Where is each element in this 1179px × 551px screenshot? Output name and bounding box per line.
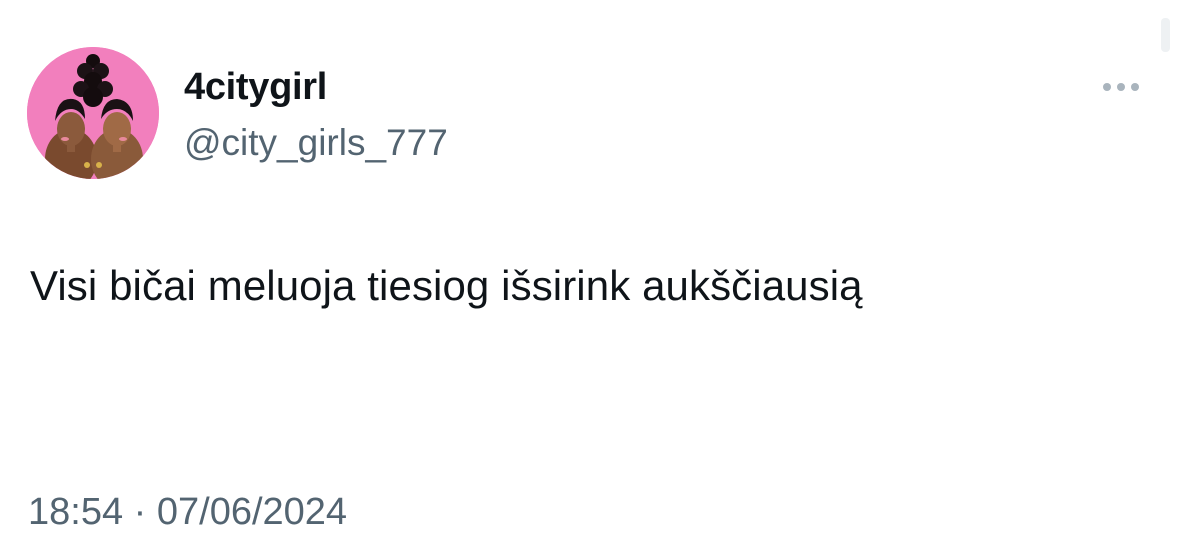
tweet-timestamp[interactable]: 18:54 · 07/06/2024 — [28, 488, 347, 536]
scrollbar[interactable] — [1161, 18, 1170, 52]
tweet-text: Visi bičai meluoja tiesiog išsirink aukš… — [30, 262, 863, 309]
user-handle[interactable]: @city_girls_777 — [184, 120, 448, 166]
more-options-icon — [1117, 83, 1125, 91]
display-name[interactable]: 4citygirl — [184, 64, 327, 110]
more-options-icon — [1131, 83, 1139, 91]
profile-photo-icon — [27, 47, 159, 179]
tweet-card: 4citygirl @city_girls_777 Visi bičai mel… — [0, 0, 1179, 551]
avatar[interactable] — [27, 47, 159, 179]
more-options-icon — [1103, 83, 1111, 91]
more-options-button[interactable] — [1101, 77, 1145, 97]
